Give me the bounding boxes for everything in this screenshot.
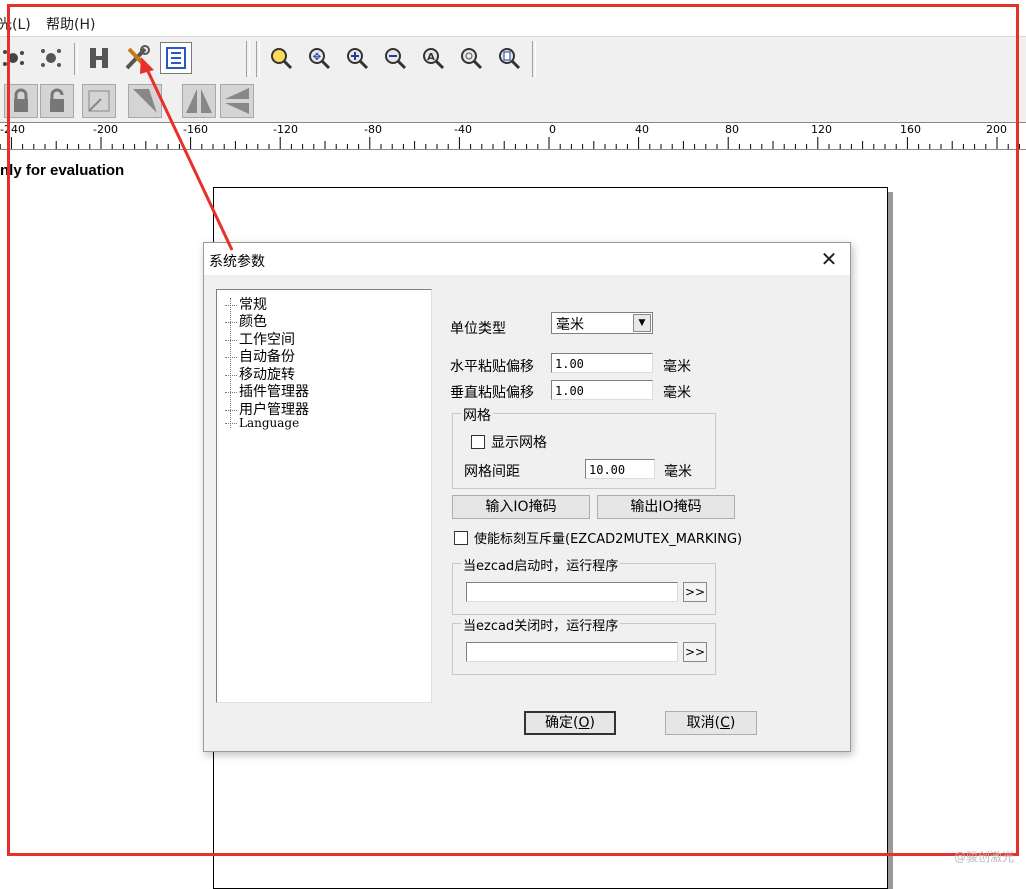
annotation-arrowhead bbox=[140, 57, 154, 74]
annotation-overlay bbox=[140, 57, 234, 251]
watermark: @骏创激光 bbox=[954, 850, 1015, 864]
annotation-arrow-line bbox=[144, 66, 234, 251]
